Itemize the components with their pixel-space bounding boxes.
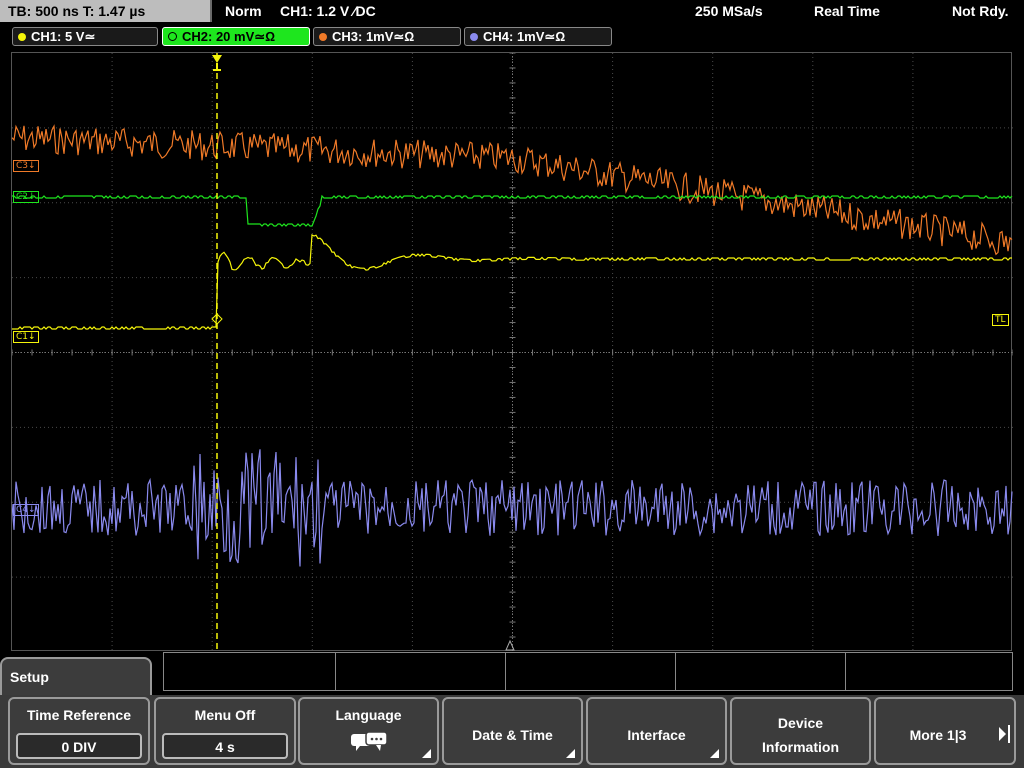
submenu-corner-icon [710,749,719,758]
next-page-bar-icon [1008,725,1010,743]
trigger-mode[interactable]: Norm [225,3,262,19]
channel-4-tab[interactable]: CH4: 1mV≃Ω [464,27,612,46]
speech-bubbles-icon [351,731,388,751]
ch1-color-dot [18,33,26,41]
strip-divider [675,653,676,690]
interface-label: Interface [627,727,686,743]
trigger-readout[interactable]: CH1: 1.2 V ∕DC [280,3,376,19]
menu-title: Setup [0,657,152,697]
device-information-line2: Information [762,739,839,755]
trigger-marker-icon [212,55,222,71]
trigger-level-marker[interactable]: TL [992,314,1009,326]
next-page-arrow-icon [999,727,1006,741]
time-reference-value: 0 DIV [16,733,142,759]
status-bar: TB: 500 ns T: 1.47 µs Norm CH1: 1.2 V ∕D… [0,0,1024,24]
language-label: Language [335,707,402,723]
submenu-corner-icon [566,749,575,758]
strip-divider [845,653,846,690]
info-strip [163,652,1013,691]
waveform-display[interactable]: C3↓ C2↓ C1↓ C4↓ TL [11,52,1013,652]
device-information-line1: Device [777,715,824,731]
menu-off-value: 4 s [162,733,288,759]
ch2-ground-marker[interactable]: C2↓ [13,191,39,203]
submenu-corner-icon [422,749,431,758]
ch4-color-dot [470,33,478,41]
ch4-ground-marker[interactable]: C4↓ [13,504,39,516]
more-button[interactable]: More 1|3 [874,697,1016,765]
strip-divider [335,653,336,690]
more-label: More 1|3 [909,727,967,743]
ch2-color-dot [168,32,177,41]
interface-button[interactable]: Interface [586,697,727,765]
timebase-readout[interactable]: TB: 500 ns T: 1.47 µs [0,0,212,22]
ch4-label: CH4: 1mV≃Ω [483,29,566,44]
softkey-bar: Time Reference 0 DIV Menu Off 4 s Langua… [0,695,1024,768]
channel-1-tab[interactable]: CH1: 5 V≃ [12,27,158,46]
ch1-ground-marker[interactable]: C1↓ [13,331,39,343]
language-button[interactable]: Language [298,697,439,765]
date-time-label: Date & Time [472,727,553,743]
time-reference-label: Time Reference [26,707,131,723]
sample-rate: 250 MSa/s [695,3,763,19]
date-time-button[interactable]: Date & Time [442,697,583,765]
waveform-canvas [12,53,1013,652]
ch1-label: CH1: 5 V≃ [31,29,96,44]
ch3-color-dot [319,33,327,41]
menu-off-label: Menu Off [194,707,256,723]
ch3-ground-marker[interactable]: C3↓ [13,160,39,172]
ch2-label: CH2: 20 mV≃Ω [182,29,276,44]
channel-2-tab[interactable]: CH2: 20 mV≃Ω [162,27,310,46]
acquisition-mode: Real Time [814,3,880,19]
graticule [12,53,1013,652]
menu-off-button[interactable]: Menu Off 4 s [154,697,296,765]
device-information-button[interactable]: Device Information [730,697,871,765]
channel-3-tab[interactable]: CH3: 1mV≃Ω [313,27,461,46]
strip-divider [505,653,506,690]
trigger-status: Not Rdy. [952,3,1009,19]
time-reference-button[interactable]: Time Reference 0 DIV [8,697,150,765]
ch3-label: CH3: 1mV≃Ω [332,29,415,44]
